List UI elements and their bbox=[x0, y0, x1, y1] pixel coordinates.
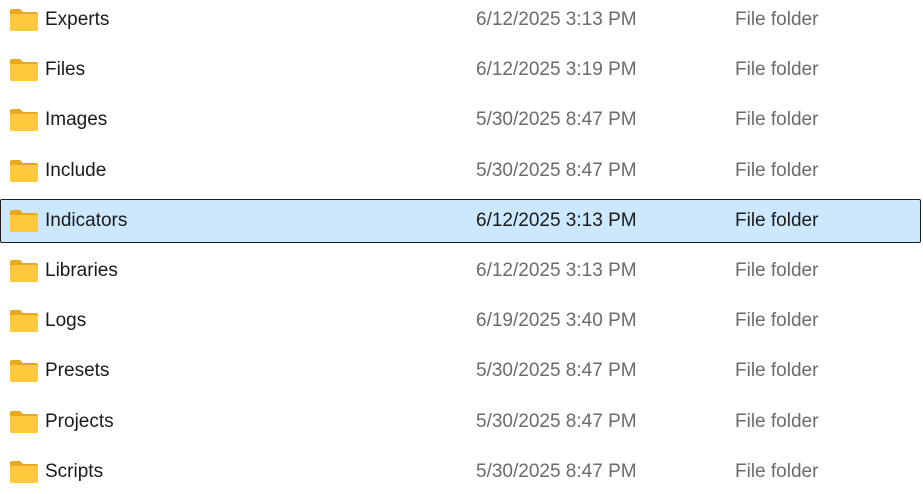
folder-icon bbox=[9, 259, 39, 283]
file-date-modified: 5/30/2025 8:47 PM bbox=[476, 460, 637, 482]
file-row[interactable]: Images 5/30/2025 8:47 PM File folder bbox=[0, 98, 921, 142]
file-date-modified: 5/30/2025 8:47 PM bbox=[476, 159, 637, 181]
file-row[interactable]: Indicators 6/12/2025 3:13 PM File folder bbox=[0, 198, 921, 243]
file-name: Indicators bbox=[45, 209, 128, 231]
folder-icon bbox=[9, 209, 39, 233]
file-type: File folder bbox=[735, 260, 819, 281]
file-date-modified: 6/12/2025 3:13 PM bbox=[476, 9, 637, 30]
folder-icon bbox=[9, 159, 39, 183]
folder-icon bbox=[9, 460, 39, 484]
file-name: Scripts bbox=[45, 460, 104, 482]
file-date-modified: 5/30/2025 8:47 PM bbox=[476, 410, 637, 432]
folder-icon bbox=[9, 359, 39, 383]
file-name: Logs bbox=[45, 310, 87, 332]
file-row[interactable]: Presets 5/30/2025 8:47 PM File folder bbox=[0, 349, 921, 393]
file-date-modified: 5/30/2025 8:47 PM bbox=[476, 109, 637, 131]
folder-icon bbox=[9, 58, 39, 82]
folder-icon bbox=[9, 309, 39, 333]
file-name: Experts bbox=[45, 9, 110, 30]
file-type: File folder bbox=[735, 9, 819, 30]
file-name: Libraries bbox=[45, 260, 118, 281]
folder-icon bbox=[9, 8, 39, 32]
file-type: File folder bbox=[735, 59, 819, 81]
file-type: File folder bbox=[735, 109, 819, 131]
file-name: Include bbox=[45, 159, 107, 181]
file-row[interactable]: Include 5/30/2025 8:47 PM File folder bbox=[0, 149, 921, 193]
file-date-modified: 6/12/2025 3:19 PM bbox=[476, 59, 637, 81]
folder-icon bbox=[9, 410, 39, 434]
file-name: Files bbox=[45, 59, 86, 81]
file-name: Images bbox=[45, 109, 108, 131]
folder-icon bbox=[9, 108, 39, 132]
file-name: Presets bbox=[45, 360, 110, 382]
file-type: File folder bbox=[735, 410, 819, 432]
file-date-modified: 5/30/2025 8:47 PM bbox=[476, 360, 637, 382]
file-date-modified: 6/19/2025 3:40 PM bbox=[476, 310, 637, 332]
file-row[interactable]: Experts 6/12/2025 3:13 PM File folder bbox=[0, 0, 921, 42]
file-row[interactable]: Logs 6/19/2025 3:40 PM File folder bbox=[0, 299, 921, 343]
file-type: File folder bbox=[735, 460, 819, 482]
file-type: File folder bbox=[735, 360, 819, 382]
file-row[interactable]: Files 6/12/2025 3:19 PM File folder bbox=[0, 48, 921, 92]
file-type: File folder bbox=[735, 209, 819, 231]
file-date-modified: 6/12/2025 3:13 PM bbox=[476, 260, 637, 281]
file-type: File folder bbox=[735, 159, 819, 181]
file-list: Experts 6/12/2025 3:13 PM File folder Fi… bbox=[0, 0, 923, 488]
file-row[interactable]: Libraries 6/12/2025 3:13 PM File folder bbox=[0, 249, 921, 293]
file-type: File folder bbox=[735, 310, 819, 332]
file-name: Projects bbox=[45, 410, 114, 432]
file-row[interactable]: Projects 5/30/2025 8:47 PM File folder bbox=[0, 400, 921, 444]
file-row[interactable]: Scripts 5/30/2025 8:47 PM File folder bbox=[0, 450, 921, 494]
file-date-modified: 6/12/2025 3:13 PM bbox=[476, 209, 637, 231]
